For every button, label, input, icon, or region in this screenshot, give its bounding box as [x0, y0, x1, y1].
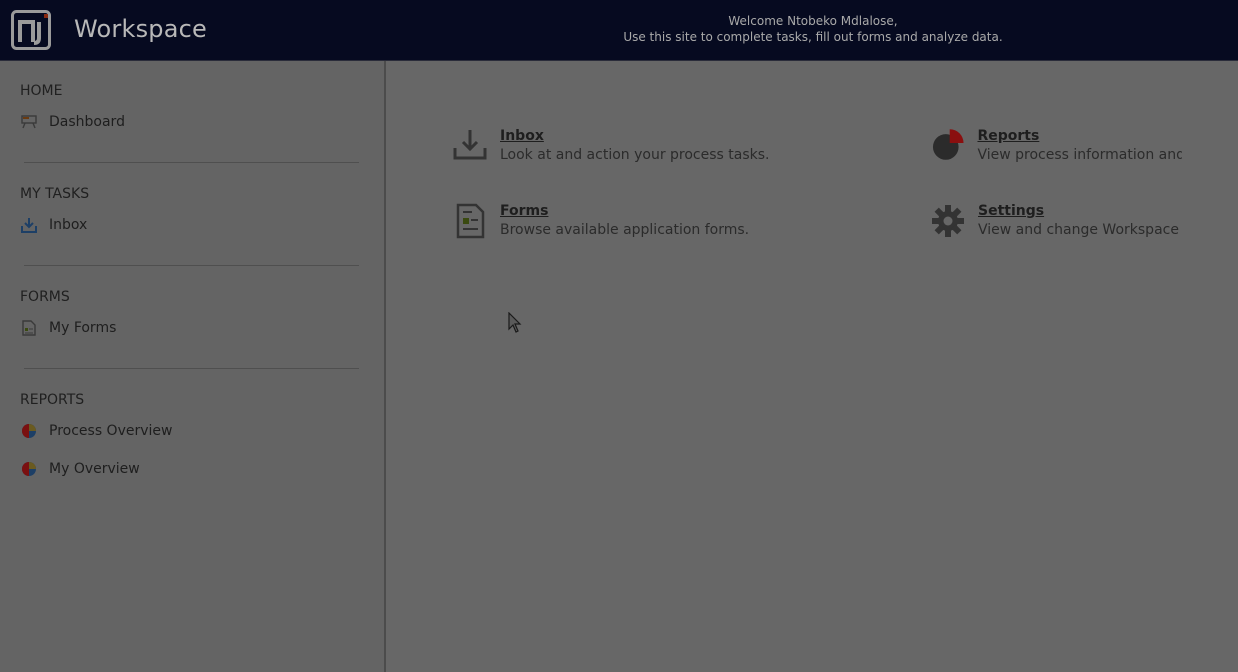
form-document-icon [20, 319, 38, 337]
pie-chart-icon [20, 460, 38, 478]
tile-reports-title[interactable]: Reports [977, 126, 1182, 146]
mouse-cursor-icon [508, 312, 522, 333]
tile-inbox[interactable]: Inbox Look at and action your process ta… [452, 126, 770, 164]
inbox-download-icon [20, 216, 38, 234]
sidebar-item-my-overview[interactable]: My Overview [20, 458, 320, 480]
sidebar-item-inbox[interactable]: Inbox [20, 214, 320, 236]
inbox-download-icon [453, 130, 487, 160]
sidebar-item-label: Process Overview [49, 423, 173, 439]
section-divider [24, 265, 359, 266]
welcome-greeting: Welcome Ntobeko Mdlalose, [728, 14, 898, 28]
section-title-forms: FORMS [20, 289, 70, 305]
tile-inbox-description: Look at and action your process tasks. [500, 147, 770, 163]
sidebar-item-process-overview[interactable]: Process Overview [20, 420, 320, 442]
app-brand-title: Workspace [74, 15, 207, 43]
pie-chart-icon [932, 129, 964, 160]
section-title-reports: REPORTS [20, 392, 85, 408]
tile-reports[interactable]: Reports View process information and [930, 126, 1182, 164]
section-title-my-tasks: MY TASKS [20, 186, 90, 202]
gear-icon [932, 205, 964, 237]
section-divider [24, 162, 359, 163]
pie-chart-icon [20, 422, 38, 440]
welcome-message: Welcome Ntobeko Mdlalose, Use this site … [600, 13, 1026, 45]
app-header: Workspace Welcome Ntobeko Mdlalose, Use … [0, 0, 1238, 61]
tile-forms-description: Browse available application forms. [500, 222, 750, 238]
tile-settings[interactable]: Settings View and change Workspace [930, 201, 1182, 239]
tile-forms-title[interactable]: Forms [500, 201, 749, 221]
sidebar-item-label: Inbox [49, 217, 88, 233]
sidebar-item-dashboard[interactable]: Dashboard [20, 111, 320, 133]
sidebar-item-label: Dashboard [49, 114, 125, 130]
section-title-home: HOME [20, 83, 63, 99]
app-logo-icon[interactable] [11, 10, 51, 50]
form-document-icon [456, 203, 485, 239]
sidebar-item-label: My Forms [49, 320, 117, 336]
tile-forms[interactable]: Forms Browse available application forms… [452, 201, 749, 239]
sidebar-item-my-forms[interactable]: My Forms [20, 317, 320, 339]
tile-settings-description: View and change Workspace [978, 222, 1179, 238]
tile-settings-title[interactable]: Settings [978, 201, 1179, 221]
tile-inbox-title[interactable]: Inbox [500, 126, 770, 146]
tile-reports-description: View process information and [977, 147, 1182, 163]
sidebar-item-label: My Overview [49, 461, 140, 477]
sidebar: HOME Dashboard MY TASKS Inbox FORMS My F… [0, 61, 386, 672]
dashboard-icon [20, 113, 38, 131]
section-divider [24, 368, 359, 369]
welcome-description: Use this site to complete tasks, fill ou… [623, 30, 1003, 44]
